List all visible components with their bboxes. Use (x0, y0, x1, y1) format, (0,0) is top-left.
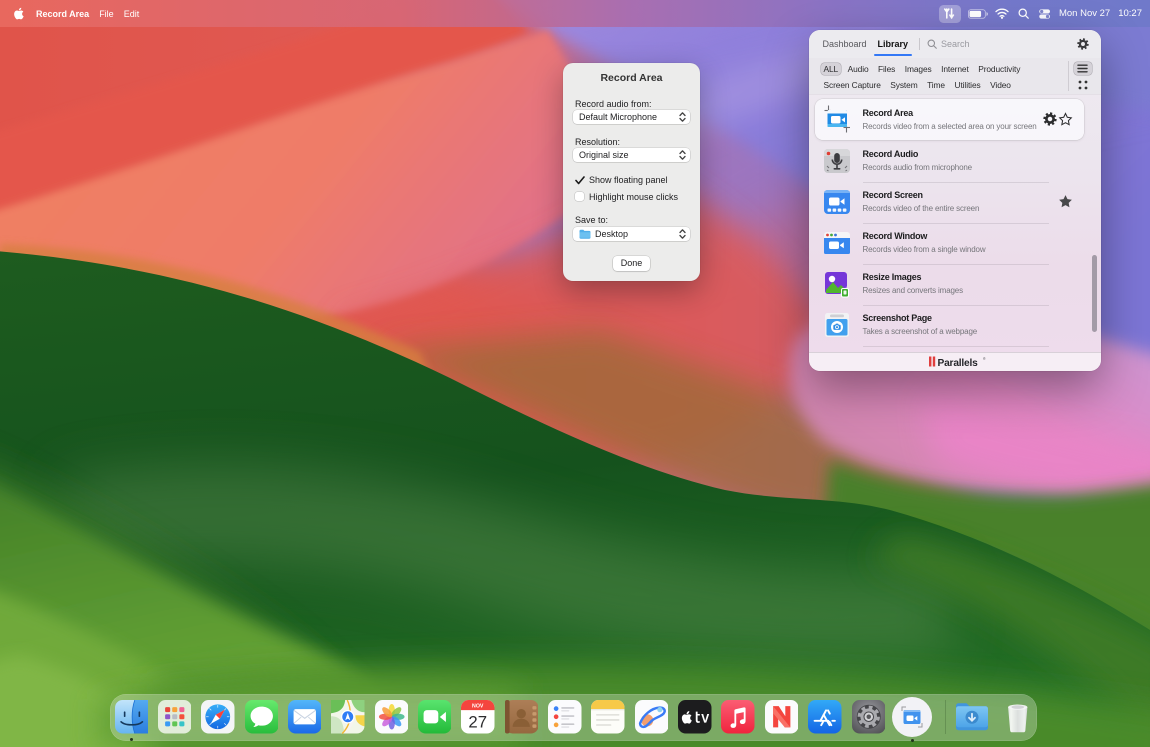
svg-text:27: 27 (469, 712, 488, 731)
svg-text:Parallels: Parallels (938, 358, 979, 368)
svg-text:NOV: NOV (472, 704, 484, 710)
svg-text:®: ® (983, 357, 986, 361)
